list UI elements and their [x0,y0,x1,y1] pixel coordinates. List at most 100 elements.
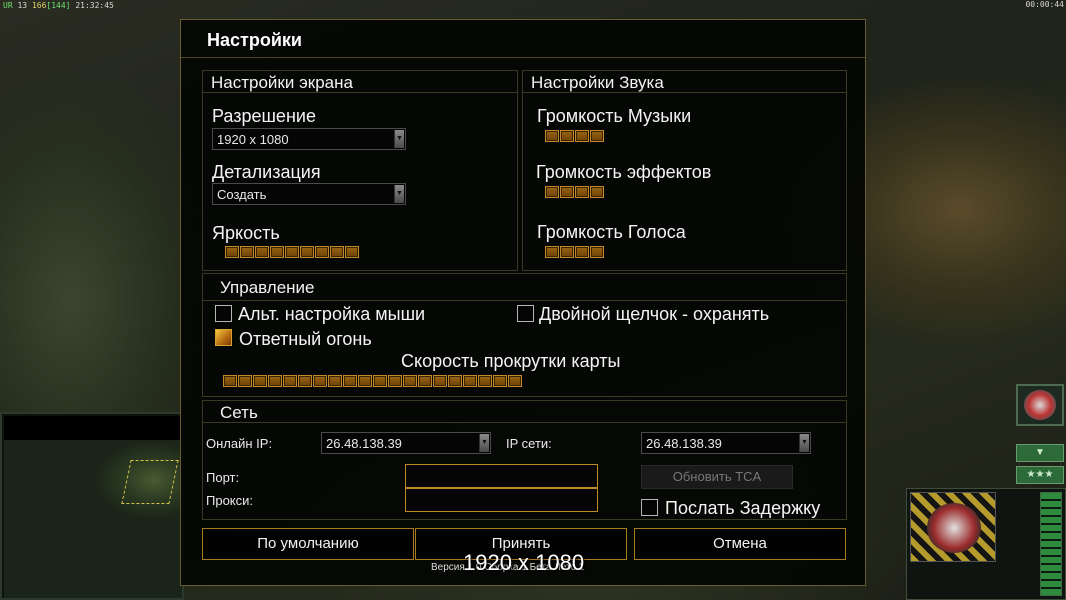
minimap[interactable] [4,440,182,598]
settings-dialog: Настройки Настройки экрана Разрешение 19… [180,19,866,586]
hud-value-2: 166 [31,1,47,10]
control-header: Управление [203,274,846,301]
minimap-panel [0,412,184,600]
dropdown-arrow-icon: ▼ [479,434,489,452]
dropdown-arrow-icon: ▼ [394,130,404,148]
resolution-dropdown[interactable]: 1920 x 1080 ▼ [212,128,406,150]
double-click-label: Двойной щелчок - охранять [539,304,770,324]
net-ip-label: IP сети: [506,436,552,451]
slider-segment [545,186,559,198]
effects-volume-slider[interactable] [545,186,604,198]
slider-segment [283,375,297,387]
slider-segment [345,246,359,258]
slider-segment [403,375,417,387]
hud-clock: 21:32:45 [75,1,114,10]
sound-settings-title: Настройки Звука [531,73,664,92]
detail-label: Детализация [212,162,321,182]
slider-segment [575,246,589,258]
music-volume-label: Громкость Музыки [537,106,692,126]
effects-volume-label: Громкость эффектов [536,162,712,182]
slider-segment [298,375,312,387]
screen-settings-header: Настройки экрана [203,71,517,93]
detail-value: Создать [217,187,267,202]
slider-segment [238,375,252,387]
online-ip-dropdown[interactable]: 26.48.138.39 ▼ [321,432,491,454]
double-click-checkbox[interactable] [517,305,534,322]
brightness-label: Яркость [212,223,280,243]
slider-segment [253,375,267,387]
slider-segment [343,375,357,387]
slider-segment [268,375,282,387]
slider-segment [545,130,559,142]
hud-value-3: [144] [46,1,71,10]
rank-badge[interactable] [910,492,996,562]
proxy-input[interactable] [405,488,598,512]
slider-segment [315,246,329,258]
sound-settings-header: Настройки Звука [523,71,846,93]
eagle-emblem-icon [927,503,981,553]
return-fire-checkbox[interactable] [215,329,232,346]
dropdown-arrow-icon: ▼ [394,185,404,203]
port-input[interactable] [405,464,598,488]
slider-segment [433,375,447,387]
slider-segment [418,375,432,387]
slider-segment [463,375,477,387]
slider-segment [478,375,492,387]
slider-segment [560,186,574,198]
minimap-view-marker [121,460,179,504]
slider-segment [330,246,344,258]
network-header: Сеть [203,401,846,423]
scroll-speed-slider[interactable] [223,375,522,387]
slider-segment [508,375,522,387]
slider-segment [285,246,299,258]
scroll-speed-label: Скорость прокрутки карты [401,351,621,371]
default-button[interactable]: По умолчанию [202,528,414,560]
return-fire-label: Ответный огонь [239,329,372,349]
slider-segment [560,130,574,142]
resolution-overlay: 1920 x 1080 [463,550,585,575]
power-meter [1040,492,1062,596]
slider-segment [590,130,604,142]
hud-stats: UR 13 166[144] 21:32:45 [0,0,117,11]
slider-segment [388,375,402,387]
port-label: Порт: [206,470,240,485]
detail-dropdown[interactable]: Создать ▼ [212,183,406,205]
resolution-label: Разрешение [212,106,316,126]
network-title: Сеть [220,403,258,422]
alt-mouse-label: Альт. настройка мыши [238,304,426,324]
send-delay-label: Послать Задержку [665,498,821,518]
slider-segment [448,375,462,387]
slider-segment [300,246,314,258]
slider-segment [255,246,269,258]
slider-segment [373,375,387,387]
online-ip-label: Онлайн IP: [206,436,273,451]
net-ip-value: 26.48.138.39 [646,436,722,451]
net-ip-dropdown[interactable]: 26.48.138.39 ▼ [641,432,811,454]
slider-segment [225,246,239,258]
minimap-header [4,416,182,440]
hud-prefix: UR [3,1,13,10]
slider-segment [590,246,604,258]
slider-segment [240,246,254,258]
slider-segment [590,186,604,198]
collapse-panel-button[interactable]: ▼ [1016,444,1064,462]
update-tca-button[interactable]: Обновить TCA [641,465,793,489]
general-powers-button[interactable] [1016,384,1064,426]
rank-emblem-icon [1024,390,1056,420]
slider-segment [575,186,589,198]
send-delay-checkbox[interactable] [641,499,658,516]
music-volume-slider[interactable] [545,130,604,142]
slider-segment [545,246,559,258]
alt-mouse-checkbox[interactable] [215,305,232,322]
brightness-slider[interactable] [225,246,359,258]
control-title: Управление [220,278,315,297]
online-ip-value: 26.48.138.39 [326,436,402,451]
resolution-value: 1920 x 1080 [217,132,289,147]
proxy-label: Прокси: [206,493,254,508]
slider-segment [270,246,284,258]
slider-segment [313,375,327,387]
cancel-button[interactable]: Отмена [634,528,846,560]
rank-stars-button[interactable]: ★★★ [1016,466,1064,484]
title-divider [181,57,865,58]
voice-volume-slider[interactable] [545,246,604,258]
